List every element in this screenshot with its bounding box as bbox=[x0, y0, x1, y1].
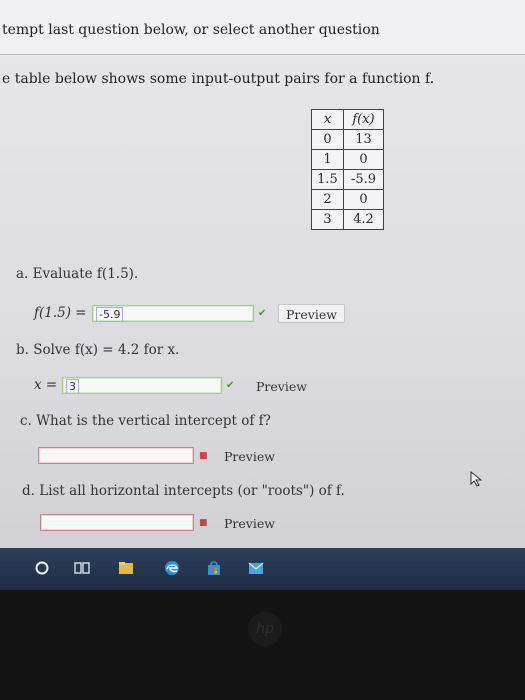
table-cell: 2 bbox=[311, 189, 344, 210]
part-c-question: c. What is the vertical intercept of f? bbox=[20, 413, 271, 429]
incorrect-mark-icon: ■ bbox=[199, 451, 208, 461]
file-explorer-icon[interactable] bbox=[118, 560, 134, 576]
table-cell: 0 bbox=[343, 189, 384, 210]
taskbar bbox=[0, 548, 525, 590]
table-cell: 4.2 bbox=[343, 209, 384, 230]
table-header-row: x f(x) bbox=[311, 109, 384, 130]
mouse-cursor-icon bbox=[470, 471, 483, 487]
table-cell: 1.5 bbox=[311, 169, 344, 190]
input-output-table: x f(x) 0 13 1 0 1.5 -5.9 2 0 3 4.2 bbox=[311, 109, 384, 230]
question-header: tempt last question below, or select ano… bbox=[0, 0, 525, 55]
hp-logo: hp bbox=[248, 612, 282, 646]
browser-screen: tempt last question below, or select ano… bbox=[0, 0, 525, 590]
part-a-lhs: f(1.5) = bbox=[34, 305, 87, 321]
part-d-preview-button[interactable]: Preview bbox=[216, 513, 283, 532]
part-d-question: d. List all horizontal intercepts (or "r… bbox=[22, 483, 345, 499]
correct-check-icon: ✔ bbox=[258, 308, 267, 319]
table-cell: 0 bbox=[343, 149, 384, 170]
edge-browser-icon[interactable] bbox=[164, 560, 180, 576]
header-instruction: tempt last question below, or select ano… bbox=[2, 22, 380, 38]
part-a-question: a. Evaluate f(1.5). bbox=[16, 266, 139, 282]
table-cell: 13 bbox=[343, 129, 384, 150]
part-c-preview-button[interactable]: Preview bbox=[216, 446, 283, 465]
part-b-answer-value: 3 bbox=[66, 379, 79, 394]
table-cell: 1 bbox=[311, 149, 344, 170]
correct-check-icon: ✔ bbox=[226, 380, 235, 391]
part-d-answer-input[interactable] bbox=[40, 514, 194, 531]
store-icon[interactable] bbox=[206, 560, 222, 576]
table-row: 1 0 bbox=[311, 149, 384, 170]
table-row: 0 13 bbox=[311, 129, 384, 150]
part-b-question: b. Solve f(x) = 4.2 for x. bbox=[16, 342, 180, 358]
incorrect-mark-icon: ■ bbox=[199, 518, 208, 528]
part-a-answer-input[interactable]: -5.9 bbox=[92, 305, 254, 322]
table-cell: 3 bbox=[311, 209, 344, 230]
table-row: 3 4.2 bbox=[311, 209, 384, 230]
part-a-answer-value: -5.9 bbox=[96, 307, 124, 322]
problem-intro: e table below shows some input-output pa… bbox=[2, 71, 435, 87]
table-cell: -5.9 bbox=[343, 169, 384, 190]
part-b-answer-input[interactable]: 3 bbox=[62, 377, 222, 394]
part-a-preview-button[interactable]: Preview bbox=[278, 304, 345, 323]
task-view-icon[interactable] bbox=[74, 560, 90, 576]
table-cell: 0 bbox=[311, 129, 344, 150]
table-row: 2 0 bbox=[311, 189, 384, 210]
table-row: 1.5 -5.9 bbox=[311, 169, 384, 190]
table-header-fx: f(x) bbox=[343, 109, 384, 130]
start-circle-icon[interactable] bbox=[34, 560, 50, 576]
part-b-lhs: x = bbox=[34, 377, 58, 393]
part-c-answer-input[interactable] bbox=[38, 447, 194, 464]
mail-icon[interactable] bbox=[248, 560, 264, 576]
part-b-preview-button[interactable]: Preview bbox=[248, 376, 315, 395]
table-header-x: x bbox=[311, 109, 344, 130]
